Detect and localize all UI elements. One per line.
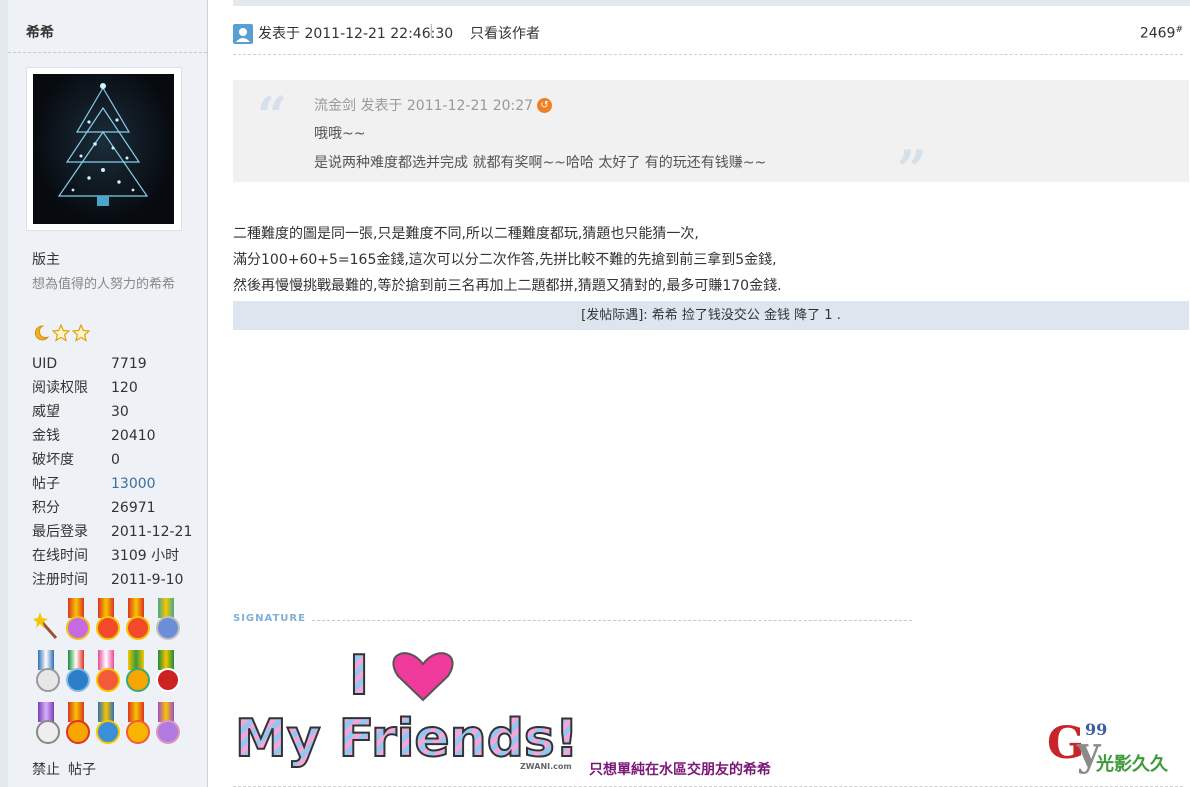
stat-destruction: 破坏度 0 <box>32 452 120 468</box>
user-motto: 想為值得的人努力的希希 <box>32 277 176 292</box>
quote-author: 流金剑 发表于 2011-12-21 20:27 <box>314 98 534 114</box>
medal-icon[interactable] <box>94 702 120 748</box>
post-body: 二種難度的圖是同一張,只是難度不同,所以二種難度都玩,猜題也只能猜一次, 滿分1… <box>233 221 1183 299</box>
user-rank: 版主 <box>32 252 60 268</box>
stat-online-time: 在线时间 3109 小时 <box>32 548 180 564</box>
avatar[interactable] <box>26 67 182 231</box>
post-line: 然後再慢慢挑戰最難的,等於搶到前三名再加上二題都拼,猜題又猜對的,最多可賺170… <box>233 278 782 294</box>
svg-text:My Friends!: My Friends! <box>235 709 579 769</box>
divider <box>8 52 207 53</box>
quote-line: 是说两种难度都选并完成 就都有奖啊~~哈哈 太好了 有的玩还有钱赚~~ <box>314 155 767 171</box>
wand-medal-icon[interactable] <box>32 598 58 644</box>
rank-stars <box>32 324 90 342</box>
star-icon <box>52 324 70 342</box>
signature-label: SIGNATURE <box>233 613 306 624</box>
site-watermark-logo: G y 99 光影久久 <box>1047 718 1168 775</box>
quote-line: 哦哦~~ <box>314 126 366 142</box>
medal-icon[interactable] <box>154 598 180 644</box>
divider <box>312 620 912 621</box>
stat-points: 积分 26971 <box>32 500 156 516</box>
post-header: 发表于 2011-12-21 22:46:30 | 只看该作者 2469# <box>233 20 1183 48</box>
post-top-bar <box>233 0 1190 6</box>
ban-link[interactable]: 禁止 <box>32 762 60 778</box>
post-line: 二種難度的圖是同一張,只是難度不同,所以二種難度都玩,猜題也只能猜一次, <box>233 226 699 242</box>
christmas-tree-icon <box>57 83 149 206</box>
svg-text:I: I <box>349 644 369 707</box>
jump-to-post-icon[interactable]: ↺ <box>537 97 553 113</box>
quote-block: “ 流金剑 发表于 2011-12-21 20:27 ↺ 哦哦~~ 是说两种难度… <box>233 80 1189 201</box>
medal-row <box>34 650 194 698</box>
moderator-actions: 禁止 帖子 <box>32 759 96 779</box>
stat-prestige: 威望 30 <box>32 404 129 420</box>
moon-icon <box>32 324 50 342</box>
medal-icon[interactable] <box>94 650 120 696</box>
post-line: 滿分100+60+5=165金錢,這次可以分二次作答,先拼比較不難的先搶到前三拿… <box>233 252 777 268</box>
only-author-link[interactable]: 只看该作者 <box>470 23 540 43</box>
medal-icon[interactable] <box>64 702 90 748</box>
signature-image: I My Friends! <box>233 643 580 770</box>
medal-icon[interactable] <box>34 702 60 748</box>
quote-open-icon: “ <box>257 86 287 147</box>
user-stats: UID 7719 阅读权限 120 威望 30 金钱 20410 破坏度 0 帖子 1300… <box>32 352 192 592</box>
medal-icon[interactable] <box>124 702 150 748</box>
stat-money: 金钱 20410 <box>32 428 156 444</box>
posts-link[interactable]: 帖子 <box>68 762 96 778</box>
avatar-image <box>33 74 174 224</box>
posts-count-link[interactable]: 13000 <box>111 472 156 496</box>
stat-posts: 帖子 13000 <box>32 472 192 496</box>
medal-icon[interactable] <box>34 650 60 696</box>
medal-icon[interactable] <box>124 598 150 644</box>
separator: | <box>429 23 434 39</box>
medal-icon[interactable] <box>94 598 120 644</box>
medal-icon[interactable] <box>64 650 90 696</box>
medal-icon[interactable] <box>154 702 180 748</box>
medal-icon[interactable] <box>64 598 90 644</box>
signature-credit: ZWANI.com <box>520 762 572 771</box>
quote-header: 流金剑 发表于 2011-12-21 20:27 ↺ <box>314 95 553 115</box>
post-event-notice: [发帖际遇]: 希希 捡了钱没交公 金钱 降了 1 . <box>233 301 1189 330</box>
i-love-my-friends-icon: I My Friends! <box>234 643 580 770</box>
medal-row <box>32 598 194 646</box>
quote-close-icon: ” <box>897 140 927 201</box>
medal-icon[interactable] <box>124 650 150 696</box>
post-user-icon <box>233 24 253 44</box>
star-icon <box>72 324 90 342</box>
stat-last-login: 最后登录 2011-12-21 <box>32 524 193 540</box>
medal-row <box>34 702 194 750</box>
post-date: 发表于 2011-12-21 22:46:30 <box>258 26 454 42</box>
floor-number[interactable]: 2469# <box>1140 25 1183 42</box>
signature-text: 只想單純在水區交朋友的希希 <box>589 762 771 778</box>
stat-uid: UID 7719 <box>32 356 147 372</box>
medal-grid <box>32 598 194 754</box>
stat-register-time: 注册时间 2011-9-10 <box>32 572 184 588</box>
medal-icon[interactable] <box>154 650 180 696</box>
stat-read-permission: 阅读权限 120 <box>32 380 138 396</box>
divider <box>233 54 1183 55</box>
author-name[interactable]: 希希 <box>26 22 54 42</box>
